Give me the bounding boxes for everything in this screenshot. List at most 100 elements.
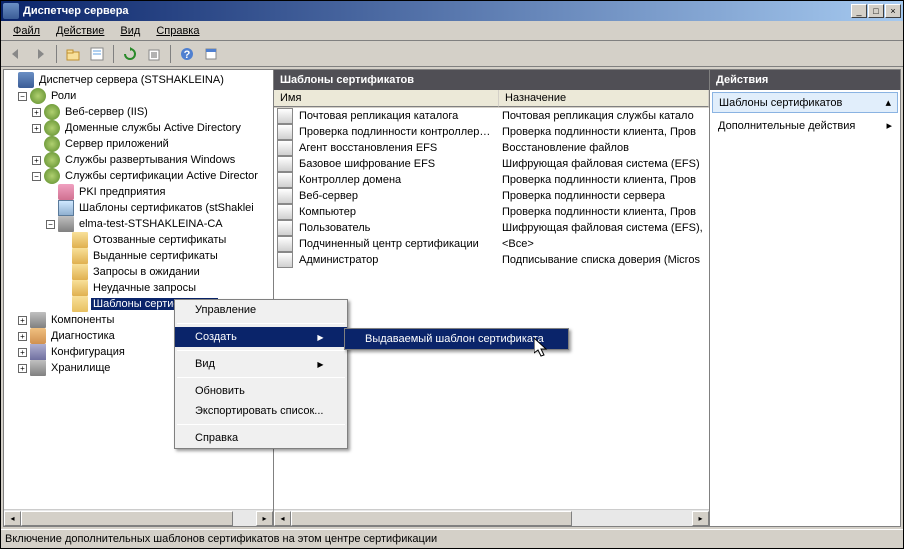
- cell-purpose: Проверка подлинности клиента, Пров: [499, 206, 709, 218]
- tree-issued[interactable]: Выданные сертификаты: [4, 248, 273, 264]
- list-row[interactable]: Контроллер доменаПроверка подлинности кл…: [274, 172, 709, 188]
- list-row[interactable]: КомпьютерПроверка подлинности клиента, П…: [274, 204, 709, 220]
- list-row[interactable]: Агент восстановления EFSВосстановление ф…: [274, 140, 709, 156]
- role-icon: [44, 104, 60, 120]
- expand-toggle[interactable]: +: [18, 364, 27, 373]
- tree-iis[interactable]: +Веб-сервер (IIS): [4, 104, 273, 120]
- expand-toggle[interactable]: +: [32, 108, 41, 117]
- submenu-arrow-icon: ▸: [886, 119, 892, 132]
- col-purpose[interactable]: Назначение: [499, 90, 709, 107]
- folder-open-icon: [72, 296, 88, 312]
- tree-pki[interactable]: PKI предприятия: [4, 184, 273, 200]
- folder-icon: [72, 232, 88, 248]
- toolbar-sep: [113, 45, 114, 63]
- toolbar-back[interactable]: [5, 43, 27, 65]
- server-manager-window: Диспетчер сервера _ □ × Файл Действие Ви…: [0, 0, 904, 549]
- tree-hscroll[interactable]: ◂ ▸: [4, 509, 273, 526]
- toolbar-refresh[interactable]: [119, 43, 141, 65]
- server-icon: [18, 72, 34, 88]
- expand-toggle[interactable]: +: [18, 348, 27, 357]
- list-row[interactable]: Почтовая репликация каталогаПочтовая реп…: [274, 108, 709, 124]
- menu-view[interactable]: Вид: [112, 23, 148, 39]
- scroll-left-button[interactable]: ◂: [4, 511, 21, 526]
- toolbar-sep: [56, 45, 57, 63]
- cell-purpose: Шифрующая файловая система (EFS),: [499, 222, 709, 234]
- toolbar-options[interactable]: [200, 43, 222, 65]
- cell-name: Администратор: [296, 254, 499, 266]
- close-button[interactable]: ×: [885, 4, 901, 18]
- toolbar-help[interactable]: ?: [176, 43, 198, 65]
- col-name[interactable]: Имя: [274, 90, 499, 107]
- cm-refresh[interactable]: Обновить: [175, 381, 347, 401]
- cm-create[interactable]: Создать: [175, 327, 347, 347]
- tree-addomain[interactable]: +Доменные службы Active Directory: [4, 120, 273, 136]
- pki-icon: [58, 184, 74, 200]
- scroll-left-button[interactable]: ◂: [274, 511, 291, 526]
- expand-toggle[interactable]: +: [18, 332, 27, 341]
- actions-additional[interactable]: Дополнительные действия ▸: [710, 115, 900, 136]
- toolbar-up[interactable]: [62, 43, 84, 65]
- role-icon: [44, 168, 60, 184]
- tree-revoked[interactable]: Отозванные сертификаты: [4, 232, 273, 248]
- toolbar-sep: [170, 45, 171, 63]
- scroll-track[interactable]: [291, 511, 692, 526]
- template-icon: [277, 172, 293, 188]
- toolbar-props[interactable]: [86, 43, 108, 65]
- cell-name: Базовое шифрование EFS: [296, 158, 499, 170]
- tree-certtmpl[interactable]: Шаблоны сертификатов (stShaklei: [4, 200, 273, 216]
- collapse-toggle[interactable]: −: [18, 92, 27, 101]
- scroll-right-button[interactable]: ▸: [256, 511, 273, 526]
- template-icon: [277, 124, 293, 140]
- list-row[interactable]: Подчиненный центр сертификации<Все>: [274, 236, 709, 252]
- list-pane: Шаблоны сертификатов Имя Назначение Почт…: [274, 70, 710, 526]
- cm-help[interactable]: Справка: [175, 428, 347, 448]
- expand-toggle[interactable]: +: [18, 316, 27, 325]
- cell-name: Компьютер: [296, 206, 499, 218]
- expand-toggle[interactable]: +: [32, 124, 41, 133]
- list-row[interactable]: Веб-серверПроверка подлинности сервера: [274, 188, 709, 204]
- toolbar-export[interactable]: [143, 43, 165, 65]
- role-icon: [44, 136, 60, 152]
- actions-section-label: Шаблоны сертификатов: [719, 97, 842, 109]
- tree-pending[interactable]: Запросы в ожидании: [4, 264, 273, 280]
- list-row[interactable]: Проверка подлинности контроллера ...Пров…: [274, 124, 709, 140]
- collapse-arrow-icon: ▴: [885, 96, 891, 109]
- cm-export[interactable]: Экспортировать список...: [175, 401, 347, 421]
- tree-adcert[interactable]: −Службы сертификации Active Director: [4, 168, 273, 184]
- cell-purpose: Проверка подлинности клиента, Пров: [499, 126, 709, 138]
- menu-help[interactable]: Справка: [148, 23, 207, 39]
- menu-action[interactable]: Действие: [48, 23, 112, 39]
- cm-sep: [177, 424, 345, 425]
- collapse-toggle[interactable]: −: [46, 220, 55, 229]
- scroll-track[interactable]: [21, 511, 256, 526]
- minimize-button[interactable]: _: [851, 4, 867, 18]
- tree-ca[interactable]: −elma-test-STSHAKLEINA-CA: [4, 216, 273, 232]
- list-row[interactable]: Базовое шифрование EFSШифрующая файловая…: [274, 156, 709, 172]
- folder-icon: [72, 264, 88, 280]
- cm-issue-template[interactable]: Выдаваемый шаблон сертификата: [345, 329, 568, 349]
- tree-deployment[interactable]: +Службы развертывания Windows: [4, 152, 273, 168]
- cm-view[interactable]: Вид: [175, 354, 347, 374]
- actions-additional-label: Дополнительные действия: [718, 120, 855, 132]
- list-row[interactable]: ПользовательШифрующая файловая система (…: [274, 220, 709, 236]
- list-hscroll[interactable]: ◂ ▸: [274, 509, 709, 526]
- template-icon: [277, 204, 293, 220]
- actions-section[interactable]: Шаблоны сертификатов ▴: [712, 92, 898, 113]
- expand-toggle[interactable]: +: [32, 156, 41, 165]
- list-header: Шаблоны сертификатов: [274, 70, 709, 90]
- list-row[interactable]: АдминистраторПодписывание списка доверия…: [274, 252, 709, 268]
- menu-file[interactable]: Файл: [5, 23, 48, 39]
- folder-icon: [72, 280, 88, 296]
- tree-root[interactable]: Диспетчер сервера (STSHAKLEINA): [4, 72, 273, 88]
- tree-failed[interactable]: Неудачные запросы: [4, 280, 273, 296]
- maximize-button[interactable]: □: [868, 4, 884, 18]
- scroll-right-button[interactable]: ▸: [692, 511, 709, 526]
- toolbar-forward[interactable]: [29, 43, 51, 65]
- cert-icon: [58, 200, 74, 216]
- tree-appserver[interactable]: Сервер приложений: [4, 136, 273, 152]
- context-menu: Управление Создать Вид Обновить Экспорти…: [174, 299, 348, 449]
- cell-purpose: Почтовая репликация службы катало: [499, 110, 709, 122]
- cm-manage[interactable]: Управление: [175, 300, 347, 320]
- collapse-toggle[interactable]: −: [32, 172, 41, 181]
- tree-roles[interactable]: −Роли: [4, 88, 273, 104]
